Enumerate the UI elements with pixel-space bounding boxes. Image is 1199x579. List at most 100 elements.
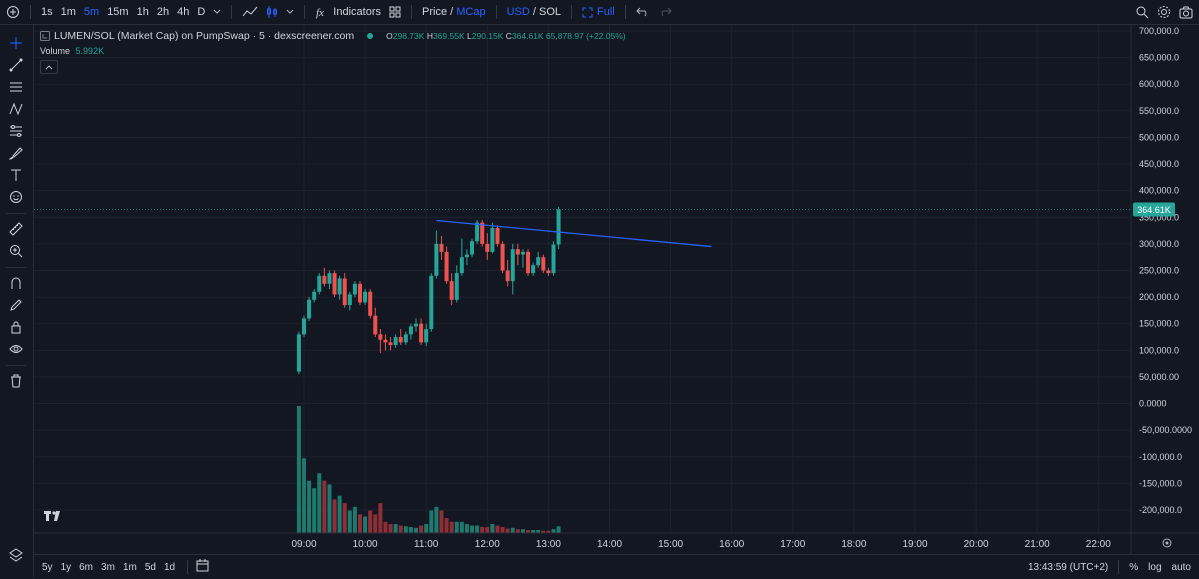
redo-button[interactable] xyxy=(654,0,676,24)
fullscreen-button[interactable]: Full xyxy=(578,0,619,24)
interval-4h[interactable]: 4h xyxy=(173,0,193,24)
indicators-button[interactable]: fx Indicators xyxy=(311,0,385,24)
sol-label: SOL xyxy=(539,6,562,18)
range-5y[interactable]: 5y xyxy=(38,562,57,573)
lock-tool[interactable] xyxy=(6,317,26,337)
interval-list: 1s 1m 5m 15m 1h 2h 4h D xyxy=(37,0,209,24)
grid-icon xyxy=(389,6,401,18)
time-axis[interactable]: 09:00 10:00 11:00 12:00 13:00 14:00 15:00 16:00… xyxy=(34,532,1199,550)
interval-D[interactable]: D xyxy=(193,0,209,24)
camera-icon[interactable] xyxy=(1179,6,1193,19)
crosshair-tool[interactable] xyxy=(6,33,26,53)
line-chart-button[interactable] xyxy=(238,0,262,24)
time-tick-label: 18:00 xyxy=(841,539,866,550)
range-3m[interactable]: 3m xyxy=(97,562,119,573)
fib-tool[interactable] xyxy=(6,121,26,141)
volume-bar xyxy=(317,473,322,533)
zoom-tool[interactable] xyxy=(6,241,26,261)
volume-bar xyxy=(464,524,469,533)
candle-body xyxy=(439,243,444,252)
quick-search-icon[interactable] xyxy=(1135,5,1149,19)
symbol-title[interactable]: LUMEN/SOL (Market Cap) on PumpSwap · 5 ·… xyxy=(54,30,354,42)
horizontal-lines-tool[interactable] xyxy=(6,77,26,97)
usd-sol-toggle[interactable]: USD / SOL xyxy=(503,0,565,24)
candle-body xyxy=(541,257,546,271)
price-axis[interactable]: 700,000.0 650,000.0 600,000.0 550,000.0 500,… xyxy=(1130,25,1192,554)
magnet-tool[interactable] xyxy=(6,273,26,293)
range-1m[interactable]: 1m xyxy=(119,562,141,573)
stay-drawing-tool[interactable] xyxy=(6,295,26,315)
volume-bar xyxy=(459,521,464,533)
range-list: 5y 1y 6m 3m 1m 5d 1d xyxy=(34,562,179,573)
volume-bar xyxy=(475,525,480,533)
grid xyxy=(34,25,1131,533)
range-1d[interactable]: 1d xyxy=(160,562,179,573)
pattern-tool[interactable] xyxy=(6,99,26,119)
interval-15m[interactable]: 15m xyxy=(103,0,132,24)
time-tick-label: 22:00 xyxy=(1086,539,1111,550)
remove-drawings-tool[interactable] xyxy=(6,371,26,391)
goto-date-button[interactable] xyxy=(196,559,209,575)
price-tick-label: -50,000.0000 xyxy=(1139,425,1192,435)
symbol-logo-icon xyxy=(40,31,50,41)
interval-dropdown[interactable] xyxy=(209,0,225,24)
auto-toggle[interactable]: auto xyxy=(1172,562,1191,573)
volume-bar xyxy=(322,480,327,533)
percent-toggle[interactable]: % xyxy=(1129,562,1138,573)
tradingview-logo[interactable] xyxy=(42,508,64,524)
text-tool[interactable] xyxy=(6,165,26,185)
bottom-toolbar: 5y 1y 6m 3m 1m 5d 1d 13:43:59 (UTC+2) % log au… xyxy=(34,554,1199,579)
trash-icon xyxy=(11,374,21,388)
collapse-legend-button[interactable] xyxy=(40,60,58,74)
slash: / xyxy=(450,6,454,18)
interval-1m[interactable]: 1m xyxy=(57,0,80,24)
candle-body xyxy=(495,227,500,244)
range-6m[interactable]: 6m xyxy=(75,562,97,573)
hide-drawings-tool[interactable] xyxy=(6,339,26,359)
chart-type-dropdown[interactable] xyxy=(282,0,298,24)
candles-icon xyxy=(267,6,278,18)
settings-gear-icon[interactable] xyxy=(1157,5,1171,19)
measure-tool[interactable] xyxy=(6,219,26,239)
volume-bar xyxy=(403,526,408,533)
interval-1h[interactable]: 1h xyxy=(133,0,153,24)
emoji-tool[interactable] xyxy=(6,187,26,207)
add-symbol-button[interactable] xyxy=(0,0,24,24)
volume-bar xyxy=(480,527,485,533)
log-toggle[interactable]: log xyxy=(1148,562,1161,573)
range-1y[interactable]: 1y xyxy=(57,562,76,573)
close-value: 364.61K xyxy=(511,31,544,41)
fib-retracement-icon xyxy=(10,125,22,137)
volume-bar xyxy=(342,503,347,533)
time-tick-label: 10:00 xyxy=(353,539,378,550)
chart-area[interactable]: 700,000.0 650,000.0 600,000.0 550,000.0 500,… xyxy=(34,25,1199,554)
brush-tool[interactable] xyxy=(6,143,26,163)
divider xyxy=(6,213,26,214)
volume-bar xyxy=(454,521,459,533)
candle-body xyxy=(551,244,556,274)
time-tick-label: 16:00 xyxy=(719,539,744,550)
interval-2h[interactable]: 2h xyxy=(153,0,173,24)
object-tree-tool[interactable] xyxy=(6,545,26,565)
volume-bar xyxy=(296,406,301,533)
brush-icon xyxy=(9,147,23,160)
volume-bar xyxy=(424,524,429,533)
undo-button[interactable] xyxy=(632,0,654,24)
plus-circle-icon xyxy=(7,6,19,18)
candle-body xyxy=(327,273,332,284)
price-mcap-toggle[interactable]: Price / MCap xyxy=(418,0,490,24)
candle-body xyxy=(475,222,480,242)
price-tick-label: 700,000.0 xyxy=(1139,26,1179,36)
price-tick-label: 550,000.0 xyxy=(1139,106,1179,116)
volume-bar xyxy=(332,499,337,533)
range-5d[interactable]: 5d xyxy=(141,562,160,573)
axis-settings-icon[interactable] xyxy=(1162,538,1172,548)
layouts-button[interactable] xyxy=(385,0,405,24)
low-value: 290.15K xyxy=(471,31,504,41)
clock[interactable]: 13:43:59 (UTC+2) xyxy=(1028,562,1108,573)
trend-line-tool[interactable] xyxy=(6,55,26,75)
interval-5m[interactable]: 5m xyxy=(80,0,103,24)
interval-1s[interactable]: 1s xyxy=(37,0,57,24)
candles-button[interactable] xyxy=(262,0,282,24)
candle-body xyxy=(368,291,373,316)
